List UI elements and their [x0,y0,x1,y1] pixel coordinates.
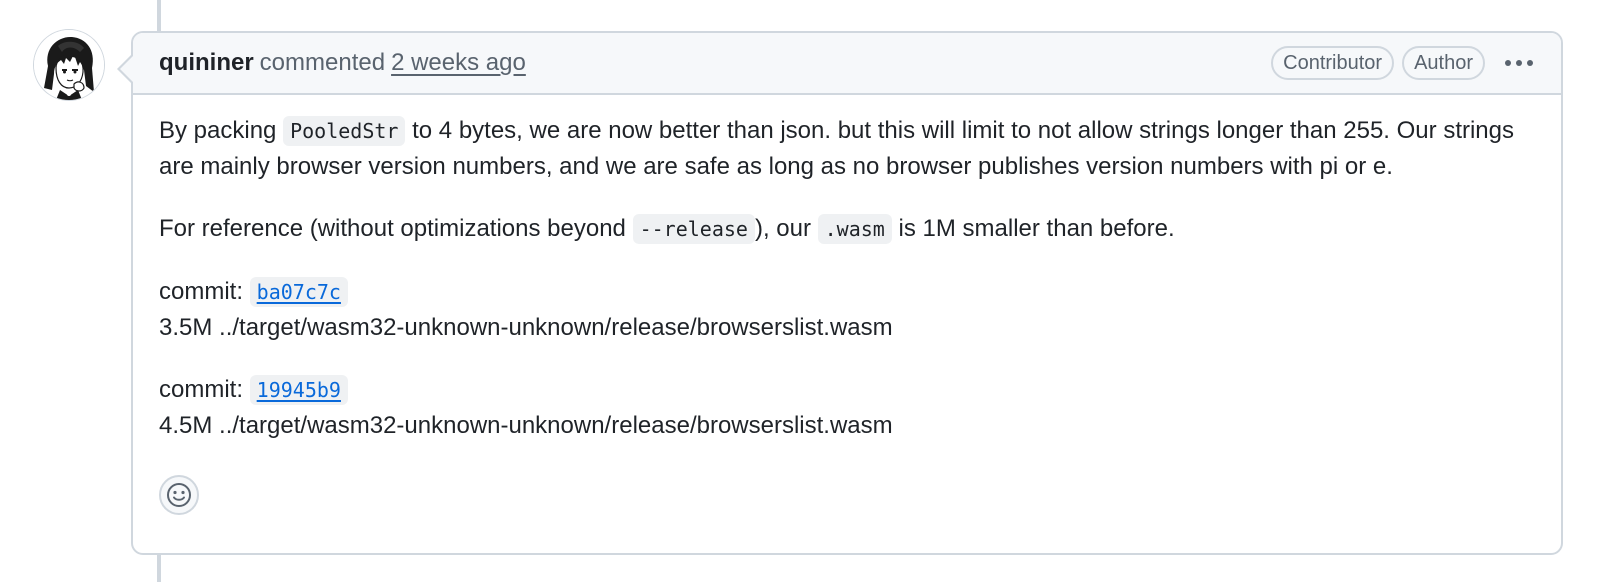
comment-body: By packing PooledStr to 4 bytes, we are … [133,95,1561,443]
inline-code: --release [632,214,755,244]
avatar-image [34,30,104,100]
paragraph-text: For reference (without optimizations bey… [159,215,633,242]
comment-timestamp[interactable]: 2 weeks ago [391,49,526,77]
paragraph-reference: For reference (without optimizations bey… [159,211,1535,247]
author-badge: Author [1402,46,1485,80]
kebab-horizontal-icon [1505,60,1533,66]
more-options-button[interactable] [1503,47,1535,79]
commit-block: commit: 19945b9 4.5M ../target/wasm32-un… [159,372,1535,443]
commit-link[interactable]: 19945b9 [249,375,348,405]
contributor-badge: Contributor [1271,46,1395,80]
inline-code: PooledStr [283,116,406,146]
comment-caret-fill [120,55,134,83]
commit-link[interactable]: ba07c7c [249,277,348,307]
paragraph-text: By packing [159,117,284,144]
commit-size-line: 4.5M ../target/wasm32-unknown-unknown/re… [159,412,893,439]
add-reaction-button[interactable] [159,475,199,515]
comment-action: commented [259,49,386,76]
smiley-icon [167,483,191,507]
inline-code: .wasm [817,214,892,244]
comment-header: quininer commented 2 weeks ago Contribut… [133,33,1561,95]
paragraph-packing: By packing PooledStr to 4 bytes, we are … [159,113,1535,184]
comment-box: quininer commented 2 weeks ago Contribut… [117,31,1563,555]
commit-label: commit: [159,376,250,403]
commit-label: commit: [159,278,250,305]
commit-size-line: 3.5M ../target/wasm32-unknown-unknown/re… [159,314,893,341]
paragraph-text: is 1M smaller than before. [891,215,1175,242]
author-name[interactable]: quininer [159,49,254,77]
commit-block: commit: ba07c7c 3.5M ../target/wasm32-un… [159,274,1535,345]
paragraph-text: ), our [754,215,818,242]
avatar[interactable] [34,30,104,100]
